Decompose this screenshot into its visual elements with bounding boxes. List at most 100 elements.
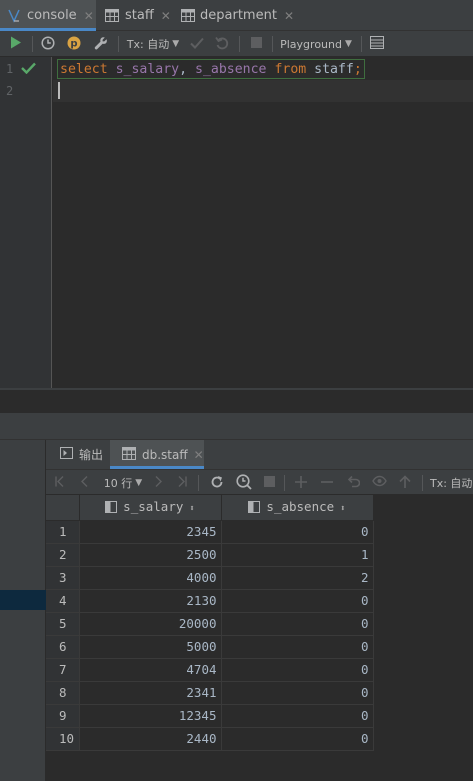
cell-s_absence[interactable]: 0 [221,681,374,705]
result-grid: s_salary ⬍ s_absence ⬍ 1 2345 0 2 2500 1 3 4000 2 4… [46,495,473,781]
table-row[interactable]: 4 2130 0 [46,589,374,613]
settings-button[interactable] [90,31,112,57]
tab-staff[interactable]: staff ✕ [98,0,172,31]
cell-s_salary[interactable]: 4704 [79,658,222,682]
table-row[interactable]: 7 4704 0 [46,658,374,682]
previous-page-button[interactable] [76,470,92,496]
playground-label: Playground [280,37,342,51]
cell-s_absence[interactable]: 2 [221,566,374,590]
tab-label: department [200,8,277,23]
cell-s_absence[interactable]: 0 [221,658,374,682]
cell-s_salary[interactable]: 2500 [79,543,222,567]
table-row[interactable]: 8 2341 0 [46,681,374,705]
reload-button[interactable] [208,470,226,496]
history-button[interactable] [234,470,254,496]
cell-s_absence[interactable]: 0 [221,520,374,544]
close-icon[interactable]: ✕ [284,9,294,23]
first-page-icon [55,476,65,490]
row-number: 4 [46,589,80,613]
sql-punctuation: ; [353,62,362,77]
transaction-mode-dropdown[interactable]: Tx: 自动 ▼ [124,31,182,57]
services-panel-header [0,413,473,440]
cell-s_salary[interactable]: 20000 [79,612,222,636]
stop-button[interactable] [246,31,266,57]
cell-s_salary[interactable]: 12345 [79,704,222,728]
table-row[interactable]: 10 2440 0 [46,727,374,751]
cell-s_salary[interactable]: 2341 [79,681,222,705]
table-icon [180,8,195,24]
cell-s_salary[interactable]: 2345 [79,520,222,544]
table-row[interactable]: 5 20000 0 [46,612,374,636]
check-icon [21,62,36,77]
tab-db-staff[interactable]: db.staff ✕ [110,440,204,469]
next-page-button[interactable] [150,470,166,496]
refresh-icon [210,475,224,492]
cell-s_absence[interactable]: 0 [221,612,374,636]
output-layout-button[interactable] [367,31,387,57]
row-number: 6 [46,635,80,659]
cell-s_absence[interactable]: 1 [221,543,374,567]
sql-statement[interactable]: select s_salary, s_absence from staff; [57,59,365,79]
console-toolbar: p Tx: 自动 ▼ Playground ▼ [0,31,473,57]
cell-s_absence[interactable]: 0 [221,589,374,613]
cell-s_absence[interactable]: 0 [221,704,374,728]
tab-console[interactable]: console ✕ [0,0,96,31]
submit-button[interactable] [396,470,414,496]
row-number: 9 [46,704,80,728]
table-row[interactable]: 2 2500 1 [46,543,374,567]
cell-s_absence[interactable]: 0 [221,727,374,751]
page-size-dropdown[interactable]: 10 行 ▼ [100,470,146,496]
delete-row-button[interactable] [318,470,336,496]
parameters-button[interactable]: p [64,31,84,57]
last-page-button[interactable] [174,470,190,496]
run-button[interactable] [6,31,26,57]
result-table: s_salary ⬍ s_absence ⬍ 1 2345 0 2 2500 1 3 4000 2 4… [46,495,374,751]
services-tree-selected-row[interactable] [0,590,46,610]
table-row[interactable]: 1 2345 0 [46,520,374,544]
undo-icon [347,475,360,491]
cell-s_salary[interactable]: 2440 [79,727,222,751]
play-icon [10,36,22,52]
first-page-button[interactable] [52,470,68,496]
history-button[interactable] [38,31,58,57]
sort-icon[interactable]: ⬍ [340,504,345,514]
minus-icon [321,476,333,491]
tab-department[interactable]: department ✕ [174,0,294,31]
close-icon[interactable]: ✕ [84,9,94,23]
table-row[interactable]: 9 12345 0 [46,704,374,728]
commit-button[interactable] [188,31,206,57]
close-icon[interactable]: ✕ [161,9,171,23]
cell-s_salary[interactable]: 2130 [79,589,222,613]
add-row-button[interactable] [292,470,310,496]
toolbar-divider [272,36,273,52]
chevron-down-icon: ▼ [172,39,180,49]
column-header-s_absence[interactable]: s_absence ⬍ [221,495,374,521]
stop-button[interactable] [260,470,278,496]
toolbar-divider [198,475,199,491]
table-row[interactable]: 3 4000 2 [46,566,374,590]
results-transaction-mode-dropdown[interactable]: Tx: 自动 [430,470,473,496]
close-icon[interactable]: ✕ [194,448,204,462]
column-header-label: s_salary [123,498,184,514]
chevron-down-icon: ▼ [344,39,352,49]
chevron-down-icon: ▼ [135,478,143,488]
transaction-mode-label: Tx: 自动 [430,477,473,490]
tab-output[interactable]: 输出 [48,440,110,469]
view-changes-button[interactable] [370,470,388,496]
cell-s_salary[interactable]: 5000 [79,635,222,659]
playground-dropdown[interactable]: Playground ▼ [278,31,354,57]
sql-keyword: from [274,62,307,77]
row-number: 1 [46,520,80,544]
table-row[interactable]: 6 5000 0 [46,635,374,659]
rollback-button[interactable] [212,31,232,57]
sql-editor[interactable]: 1 2 select s_salary, s_absence from staf… [0,57,473,388]
sort-icon[interactable]: ⬍ [189,504,194,514]
clock-icon [41,35,55,53]
sql-keyword: select [60,62,108,77]
revert-button[interactable] [344,470,362,496]
cell-s_salary[interactable]: 4000 [79,566,222,590]
column-header-s_salary[interactable]: s_salary ⬍ [79,495,222,521]
cell-s_absence[interactable]: 0 [221,635,374,659]
line-number-gutter: 1 2 [0,57,52,388]
table-icon [122,446,136,463]
